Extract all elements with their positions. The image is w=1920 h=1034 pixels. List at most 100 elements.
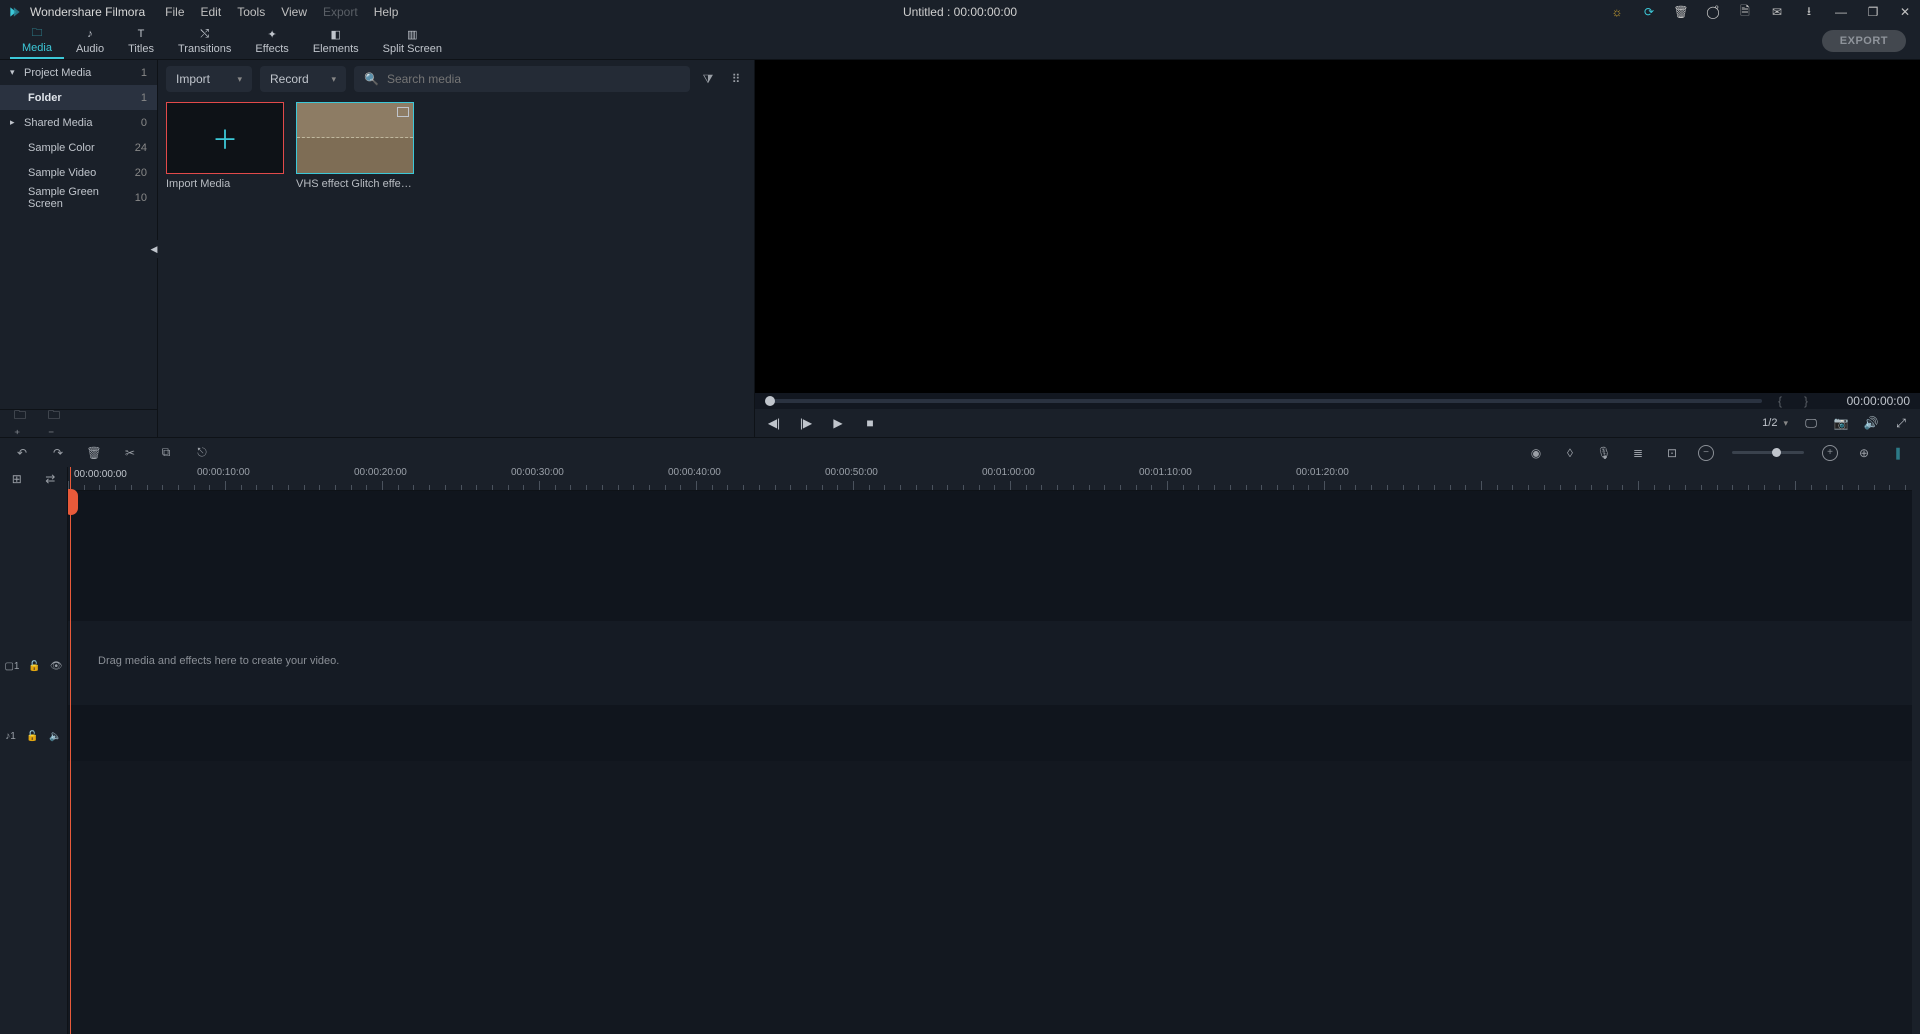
audio-detach-icon[interactable]: ⎋ [194,445,210,461]
clip-type-icon [397,107,409,117]
menu-file[interactable]: File [165,5,184,19]
search-input[interactable] [387,72,680,86]
tab-split-screen[interactable]: ▥ Split Screen [371,23,454,59]
preview-panel: { } 00:00:00:00 ◀| |▶ ▶ ■ 1/2 ▾ 🖵 📷 [754,60,1920,437]
tab-audio[interactable]: ♪ Audio [64,23,116,59]
download-icon[interactable]: ⭳ [1802,5,1816,19]
timeline-body[interactable]: 00:00:10:0000:00:20:0000:00:30:0000:00:4… [68,467,1920,1034]
preview-scrub-track[interactable] [765,399,1762,403]
zoom-in-button[interactable]: + [1822,445,1838,461]
play-icon[interactable]: ▶ [831,416,845,430]
preview-canvas[interactable] [755,60,1920,393]
audio-track[interactable] [68,705,1920,761]
tab-titles[interactable]: T Titles [116,23,166,59]
zoom-slider[interactable] [1732,451,1804,454]
timeline-scrollbar[interactable] [1912,467,1920,1034]
redo-icon[interactable]: ↷ [50,445,66,461]
menu-edit[interactable]: Edit [201,5,222,19]
step-back-icon[interactable]: ◀| [767,416,781,430]
snapshot-icon[interactable]: 📷 [1834,416,1848,430]
search-media-box[interactable]: 🔍 [354,66,690,92]
volume-icon[interactable]: 🔊 [1864,416,1878,430]
trash-icon[interactable]: 🗑 [1674,5,1688,19]
link-icon[interactable]: ⇄ [42,471,58,487]
preview-quality-dropdown[interactable]: 1/2 ▾ [1762,417,1788,429]
mail-icon[interactable]: ✉ [1770,5,1784,19]
sidebar-item-folder[interactable]: Folder 1 [0,85,157,110]
record-dropdown[interactable]: Record ▾ [260,66,346,92]
account-icon[interactable]: ◯̊ [1706,5,1720,19]
tab-effects[interactable]: ✦ Effects [243,23,300,59]
mute-icon[interactable]: 🔈 [49,731,61,742]
preview-scrub-thumb[interactable] [765,396,775,406]
sync-icon[interactable]: ⟳ [1642,5,1656,19]
undo-icon[interactable]: ↶ [14,445,30,461]
track-label: ▢1 [4,661,19,672]
lock-icon[interactable]: 🔓 [28,661,40,672]
close-icon[interactable]: ✕ [1898,5,1912,19]
grid-view-icon[interactable]: ⠿ [726,69,746,89]
timeline-ruler[interactable]: 00:00:10:0000:00:20:0000:00:30:0000:00:4… [68,467,1920,491]
mark-out-icon[interactable]: } [1798,394,1814,408]
media-clip-card[interactable]: VHS effect Glitch effect… [296,102,414,435]
collapse-sidebar-button[interactable]: ◀ [150,240,158,258]
delete-folder-icon[interactable]: 🗀⁻ [48,416,64,432]
tab-transitions[interactable]: ⤭ Transitions [166,23,243,59]
maximize-icon[interactable]: ❐ [1866,5,1880,19]
ruler-label: 00:00:20:00 [354,467,407,478]
mark-in-icon[interactable]: { [1772,394,1788,408]
crop-icon[interactable]: ⧉ [158,445,174,461]
fullscreen-icon[interactable]: ⤢ [1894,416,1908,430]
sidebar-item-shared-media[interactable]: ▸ Shared Media 0 [0,110,157,135]
step-forward-icon[interactable]: |▶ [799,416,813,430]
sidebar-item-sample-color[interactable]: Sample Color 24 [0,135,157,160]
add-track-icon[interactable]: ⊞ [9,471,25,487]
import-media-card[interactable]: ＋ Import Media [166,102,284,435]
menu-tools[interactable]: Tools [237,5,265,19]
video-track[interactable]: Drag media and effects here to create yo… [68,621,1920,705]
zoom-thumb[interactable] [1772,448,1781,457]
media-clip-thumb[interactable] [296,102,414,174]
split-icon[interactable]: ✂ [122,445,138,461]
sidebar-item-sample-video[interactable]: Sample Video 20 [0,160,157,185]
save-icon[interactable]: 🗎 [1738,5,1752,19]
stop-icon[interactable]: ■ [863,416,877,430]
filter-icon[interactable]: ⧩ [698,69,718,89]
audio-track-header[interactable]: ♪1 🔓 🔈 [0,727,67,745]
document-title: Untitled : 00:00:00:00 [903,5,1017,19]
visibility-icon[interactable]: 👁 [50,661,63,672]
timeline-toolbar: ↶ ↷ 🗑 ✂ ⧉ ⎋ ◉ ◊ 🎙 ≣ ⊡ − + ⊕ ∥ [0,437,1920,467]
zoom-out-button[interactable]: − [1698,445,1714,461]
video-track-header[interactable]: ▢1 🔓 👁 [0,657,67,675]
display-icon[interactable]: 🖵 [1804,416,1818,430]
playhead[interactable]: 00:00:00:00 [70,467,71,1034]
mixer-icon[interactable]: ≣ [1630,445,1646,461]
lightbulb-icon[interactable]: ☼ [1610,5,1624,19]
import-dropdown[interactable]: Import ▾ [166,66,252,92]
empty-track-area[interactable] [68,761,1920,1034]
media-card-label: Import Media [166,174,284,190]
export-button[interactable]: EXPORT [1822,30,1906,52]
new-folder-icon[interactable]: 🗀⁺ [14,416,30,432]
delete-icon[interactable]: 🗑 [86,445,102,461]
render-icon[interactable]: ◉ [1528,445,1544,461]
voiceover-icon[interactable]: 🎙 [1596,445,1612,461]
overlay-track-area[interactable] [68,491,1920,621]
playhead-handle[interactable] [68,489,78,515]
sidebar-item-sample-green-screen[interactable]: Sample Green Screen 10 [0,185,157,210]
snap-icon[interactable]: ⊡ [1664,445,1680,461]
timeline-settings-icon[interactable]: ∥ [1890,445,1906,461]
zoom-fit-icon[interactable]: ⊕ [1856,445,1872,461]
minimize-icon[interactable]: — [1834,5,1848,19]
menu-view[interactable]: View [281,5,307,19]
marker-icon[interactable]: ◊ [1562,445,1578,461]
import-media-thumb[interactable]: ＋ [166,102,284,174]
media-sidebar: ▾ Project Media 1 Folder 1 ▸ Shared Medi… [0,60,158,437]
tab-media[interactable]: 🗀 Media [10,23,64,59]
tab-elements[interactable]: ◧ Elements [301,23,371,59]
sidebar-item-project-media[interactable]: ▾ Project Media 1 [0,60,157,85]
menu-help[interactable]: Help [374,5,399,19]
lock-icon[interactable]: 🔓 [26,731,38,742]
chevron-right-icon: ▸ [10,117,20,128]
dropdown-label: Import [176,72,210,86]
